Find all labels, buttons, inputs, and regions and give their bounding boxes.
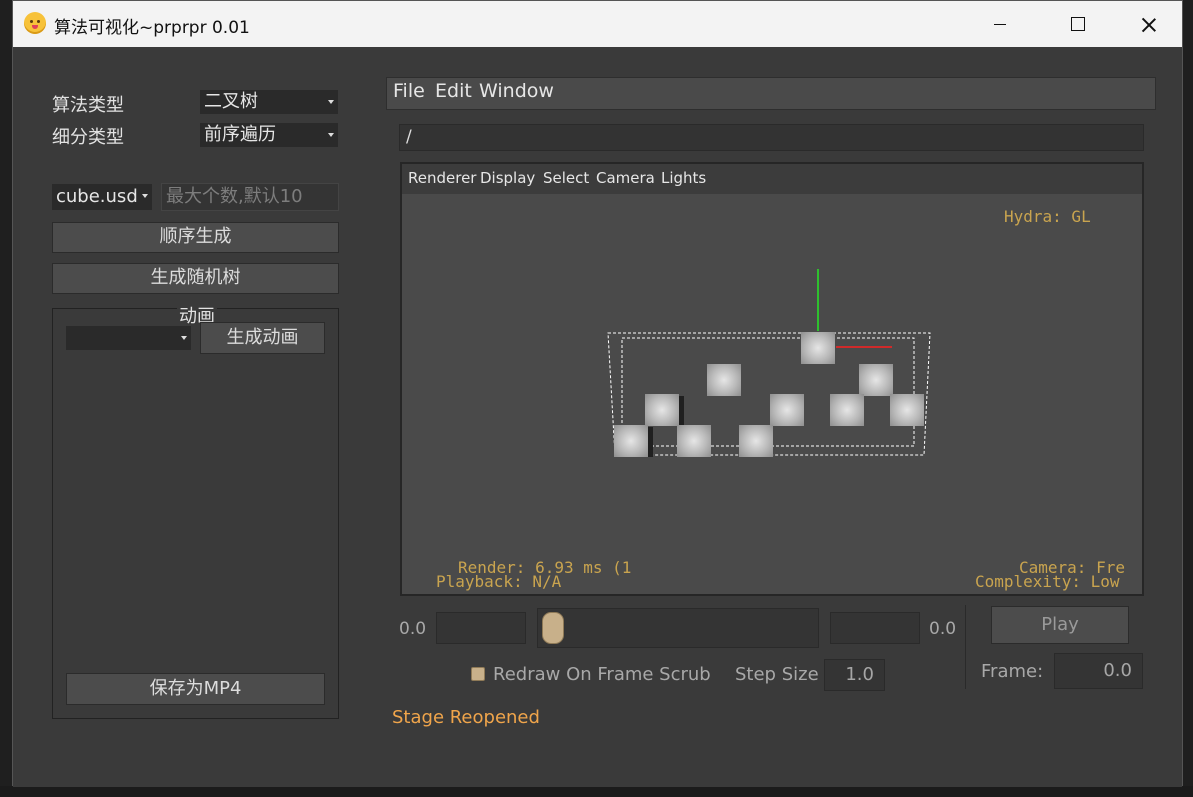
shape-select[interactable]: cube.usd — [52, 184, 152, 210]
usdview-menubar: File Edit Window — [386, 77, 1156, 110]
play-button[interactable]: Play — [991, 606, 1129, 644]
algo-type-select[interactable]: 二叉树 — [200, 90, 338, 114]
algo-type-label: 算法类型 — [52, 95, 124, 116]
client-area: 算法类型 二叉树 细分类型 前序遍历 cube.usd 最大个数,默认10 顺序… — [13, 47, 1182, 787]
max-count-input[interactable]: 最大个数,默认10 — [161, 183, 339, 211]
max-count-placeholder: 最大个数,默认10 — [166, 186, 303, 207]
timeline-divider — [965, 605, 966, 689]
redraw-checkbox[interactable] — [471, 667, 485, 681]
tree-node-cube — [859, 364, 893, 396]
prim-path-field[interactable]: / — [399, 124, 1144, 151]
app-window: 算法可视化~prprpr 0.01 算法类型 二叉树 细分类型 前序遍历 cub… — [12, 0, 1183, 787]
timeline-end-field[interactable] — [830, 612, 920, 644]
algo-type-value: 二叉树 — [204, 91, 258, 112]
app-emoji-icon — [24, 12, 46, 34]
random-tree-button[interactable]: 生成随机树 — [52, 263, 339, 294]
scene-overlay — [607, 269, 931, 456]
chevron-down-icon — [328, 133, 334, 137]
minimize-icon[interactable] — [964, 1, 1034, 47]
background-editor-left — [0, 0, 12, 797]
save-mp4-button[interactable]: 保存为MP4 — [66, 673, 325, 705]
hud-complexity: Complexity: Low — [975, 572, 1120, 591]
timeline-start-label: 0.0 — [399, 619, 427, 639]
animation-group: 动画 生成动画 保存为MP4 — [52, 302, 339, 719]
timeline-end-label: 0.0 — [929, 619, 957, 639]
menu-camera[interactable]: Camera — [596, 169, 655, 187]
sub-type-label: 细分类型 — [52, 127, 124, 148]
chevron-down-icon — [142, 194, 148, 198]
menu-window[interactable]: Window — [479, 80, 554, 102]
3d-viewport[interactable]: Renderer Display Select Camera Lights Hy… — [400, 162, 1144, 596]
step-size-label: Step Size — [735, 664, 819, 685]
timeline-slider-handle[interactable] — [542, 612, 564, 644]
tree-node-cube — [677, 425, 711, 457]
menu-display[interactable]: Display — [480, 169, 535, 187]
tree-node-cube — [707, 364, 741, 396]
chevron-down-icon — [328, 100, 334, 104]
window-title: 算法可视化~prprpr 0.01 — [54, 18, 250, 38]
sequential-generate-button[interactable]: 顺序生成 — [52, 222, 339, 253]
viewport-menubar: Renderer Display Select Camera Lights — [402, 164, 1142, 194]
tree-node-cube — [770, 394, 804, 426]
background-editor-right — [1183, 0, 1193, 797]
title-bar: 算法可视化~prprpr 0.01 — [13, 1, 1182, 47]
timeline-slider[interactable] — [537, 608, 819, 648]
tree-node-cube — [801, 332, 835, 364]
redraw-label: Redraw On Frame Scrub — [493, 664, 711, 685]
tree-node-cube — [830, 394, 864, 426]
menu-edit[interactable]: Edit — [435, 80, 472, 102]
sub-type-value: 前序遍历 — [204, 124, 276, 145]
close-icon[interactable] — [1113, 1, 1183, 47]
menu-renderer[interactable]: Renderer — [408, 169, 476, 187]
menu-lights[interactable]: Lights — [661, 169, 706, 187]
tree-node-cube — [614, 425, 653, 457]
tree-node-cube — [890, 394, 924, 426]
timeline-start-field[interactable] — [436, 612, 526, 644]
maximize-icon[interactable] — [1043, 1, 1113, 47]
tree-node-cube — [645, 394, 684, 426]
generate-animation-button[interactable]: 生成动画 — [200, 322, 325, 354]
tree-node-cube — [739, 425, 773, 457]
frame-input[interactable]: 0.0 — [1054, 653, 1143, 689]
status-message: Stage Reopened — [392, 707, 540, 728]
menu-file[interactable]: File — [393, 80, 425, 102]
background-editor-bottom — [0, 786, 1193, 797]
animation-select[interactable] — [66, 326, 191, 350]
chevron-down-icon — [181, 336, 187, 340]
frame-label: Frame: — [981, 661, 1044, 682]
menu-select[interactable]: Select — [543, 169, 589, 187]
sub-type-select[interactable]: 前序遍历 — [200, 123, 338, 147]
shape-value: cube.usd — [56, 186, 138, 207]
step-size-input[interactable]: 1.0 — [824, 659, 885, 691]
hud-playback: Playback: N/A — [436, 572, 562, 591]
